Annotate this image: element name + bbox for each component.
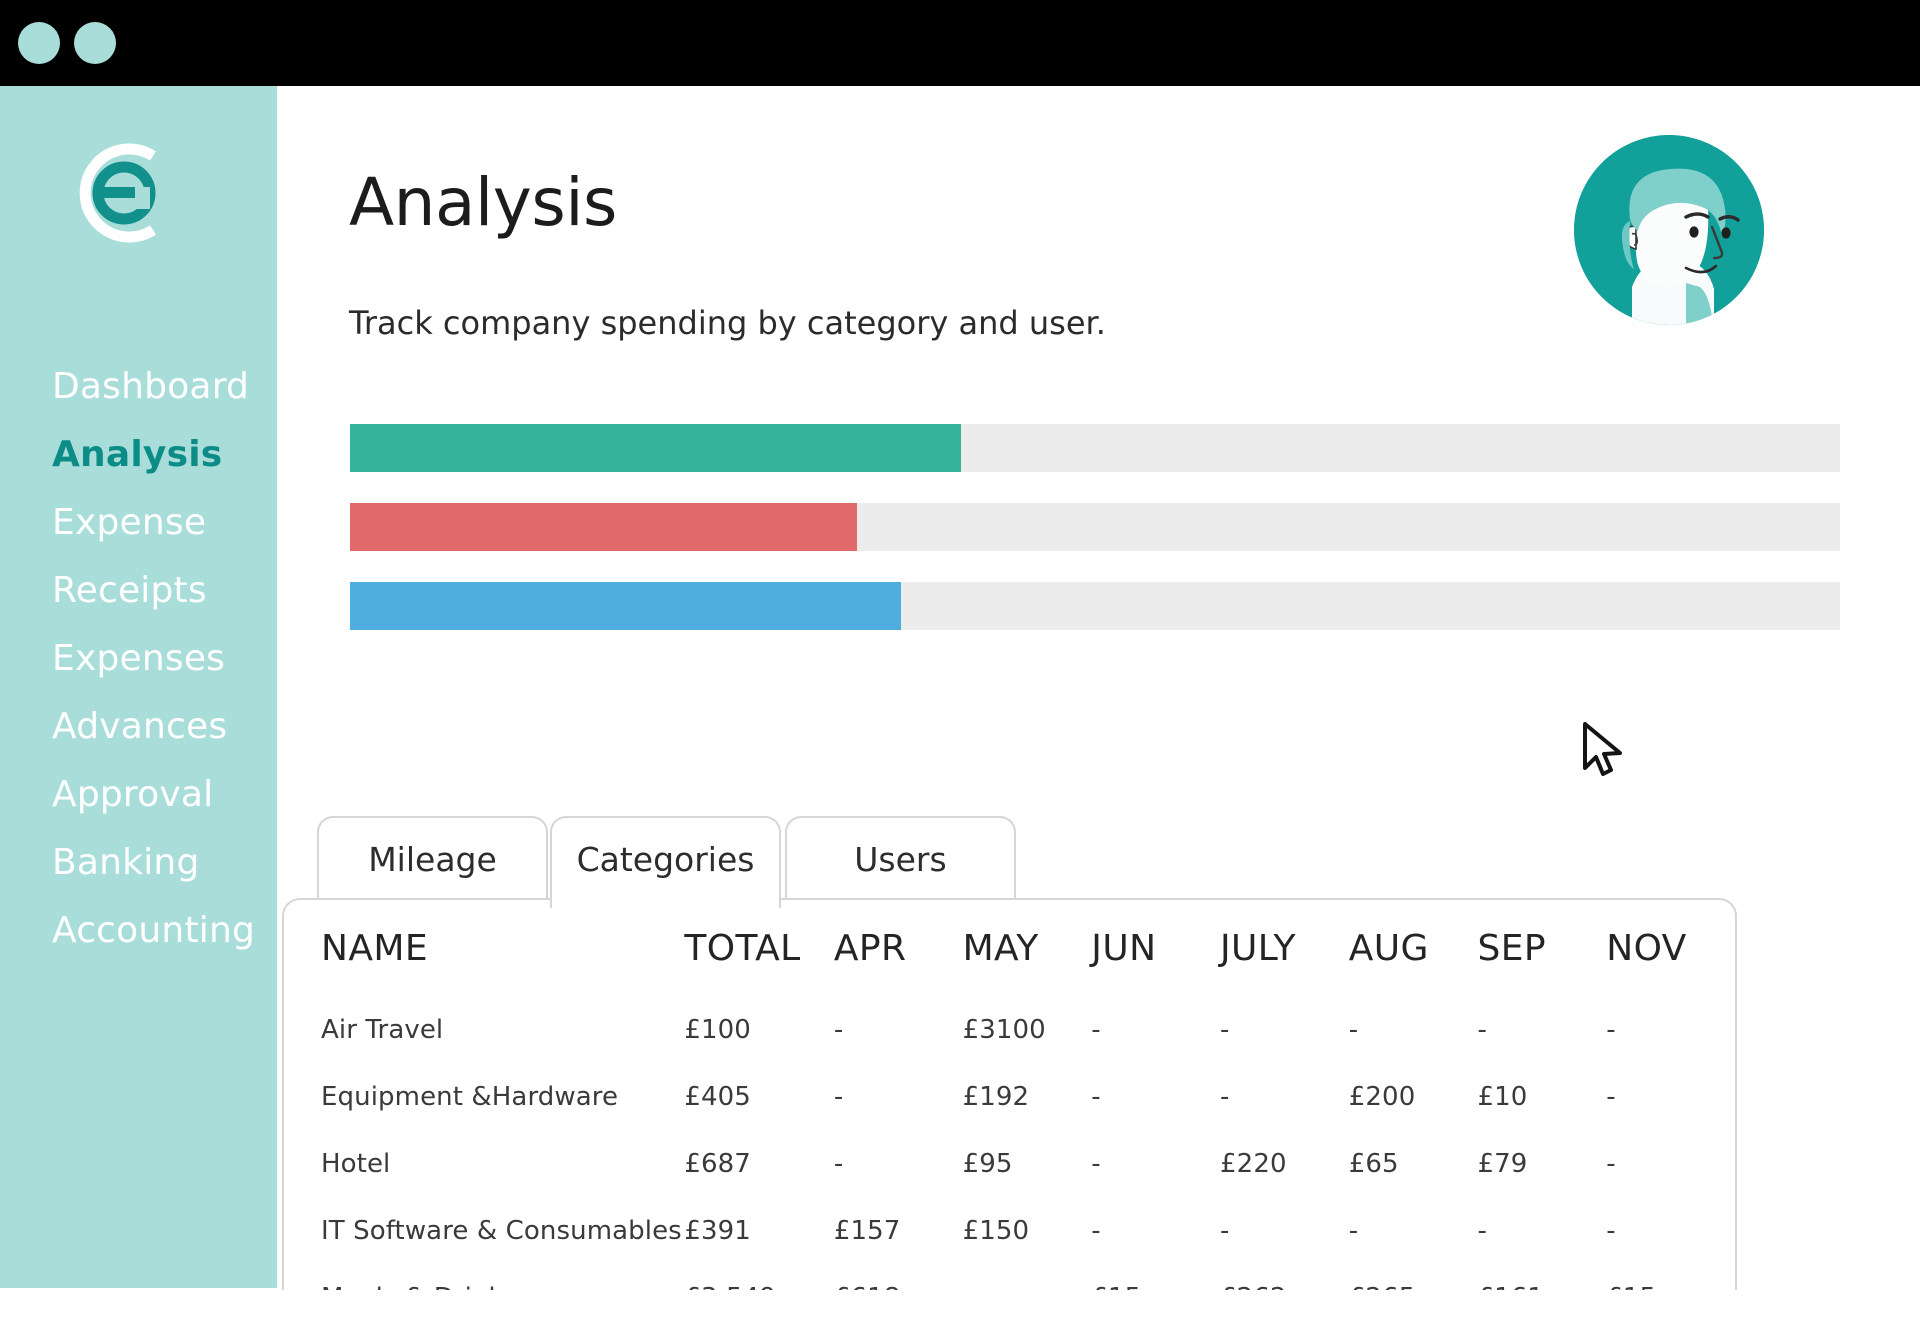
cell-sep: £161: [1478, 1264, 1607, 1290]
table-row[interactable]: IT Software & Consumables £391 £157 £150…: [284, 1197, 1735, 1264]
cell-total: £100: [684, 996, 833, 1063]
sidebar-item-dashboard[interactable]: Dashboard: [0, 353, 277, 421]
cell-nov: -: [1606, 1063, 1735, 1130]
column-header-nov[interactable]: NOV: [1606, 900, 1735, 996]
column-header-may[interactable]: MAY: [963, 900, 1092, 996]
page-subtitle: Track company spending by category and u…: [349, 304, 1106, 342]
cell-jun: -: [1091, 996, 1220, 1063]
cell-aug: £265: [1349, 1264, 1478, 1290]
tab-categories[interactable]: Categories: [550, 816, 781, 908]
cell-name: IT Software & Consumables: [284, 1197, 684, 1264]
bar-green: [350, 424, 961, 472]
cell-aug: -: [1349, 1197, 1478, 1264]
table-row[interactable]: Equipment &Hardware £405 - £192 - - £200…: [284, 1063, 1735, 1130]
cell-sep: -: [1478, 1197, 1607, 1264]
sidebar-item-approval[interactable]: Approval: [0, 761, 277, 829]
cell-sep: -: [1478, 996, 1607, 1063]
column-header-jun[interactable]: JUN: [1091, 900, 1220, 996]
table-header-row: NAME TOTAL APR MAY JUN JULY AUG SEP NOV: [284, 900, 1735, 996]
tab-mileage[interactable]: Mileage: [317, 816, 548, 900]
bar-blue: [350, 582, 901, 630]
cell-apr: £157: [834, 1197, 963, 1264]
table-row[interactable]: Meals & Drinks £3,549 £618 - £15 £262 £2…: [284, 1264, 1735, 1290]
cell-july: £262: [1220, 1264, 1349, 1290]
column-header-apr[interactable]: APR: [834, 900, 963, 996]
cell-aug: £200: [1349, 1063, 1478, 1130]
cell-total: £405: [684, 1063, 833, 1130]
column-header-total[interactable]: TOTAL: [684, 900, 833, 996]
cell-name: Equipment &Hardware: [284, 1063, 684, 1130]
bar-red: [350, 503, 857, 551]
cell-sep: £10: [1478, 1063, 1607, 1130]
cell-jun: -: [1091, 1197, 1220, 1264]
window-dot-1[interactable]: [18, 22, 60, 64]
column-header-aug[interactable]: AUG: [1349, 900, 1478, 996]
cell-total: £687: [684, 1130, 833, 1197]
cell-may: £150: [963, 1197, 1092, 1264]
cell-total: £391: [684, 1197, 833, 1264]
cell-may: £192: [963, 1063, 1092, 1130]
column-header-name[interactable]: NAME: [284, 900, 684, 996]
cell-jun: £15: [1091, 1264, 1220, 1290]
cell-aug: -: [1349, 996, 1478, 1063]
cell-apr: -: [834, 1063, 963, 1130]
cell-total: £3,549: [684, 1264, 833, 1290]
categories-table-card: NAME TOTAL APR MAY JUN JULY AUG SEP NOV …: [282, 898, 1737, 1290]
cell-may: £95: [963, 1130, 1092, 1197]
cell-nov: -: [1606, 1197, 1735, 1264]
table-header: NAME TOTAL APR MAY JUN JULY AUG SEP NOV: [284, 900, 1735, 996]
sidebar-item-banking[interactable]: Banking: [0, 829, 277, 897]
cell-july: £220: [1220, 1130, 1349, 1197]
table-body: Air Travel £100 - £3100 - - - - - Equipm…: [284, 996, 1735, 1290]
cell-name: Air Travel: [284, 996, 684, 1063]
cell-nov: -: [1606, 1130, 1735, 1197]
sidebar-item-advances[interactable]: Advances: [0, 693, 277, 761]
page-title: Analysis: [349, 164, 617, 241]
cell-july: -: [1220, 996, 1349, 1063]
brand-logo-icon[interactable]: [65, 134, 183, 252]
table-row[interactable]: Air Travel £100 - £3100 - - - - -: [284, 996, 1735, 1063]
cell-name: Hotel: [284, 1130, 684, 1197]
column-header-july[interactable]: JULY: [1220, 900, 1349, 996]
bar-track-blue: [350, 582, 1840, 630]
cell-sep: £79: [1478, 1130, 1607, 1197]
cell-aug: £65: [1349, 1130, 1478, 1197]
main-content: Analysis Track company spending by categ…: [277, 86, 1920, 1288]
sidebar-item-accounting[interactable]: Accounting: [0, 897, 277, 965]
cell-jun: -: [1091, 1063, 1220, 1130]
cell-name: Meals & Drinks: [284, 1264, 684, 1290]
cell-jun: -: [1091, 1130, 1220, 1197]
bar-track-red: [350, 503, 1840, 551]
avatar[interactable]: [1574, 135, 1764, 325]
bar-track-green: [350, 424, 1840, 472]
cell-apr: -: [834, 1130, 963, 1197]
cell-july: -: [1220, 1197, 1349, 1264]
sidebar-item-analysis[interactable]: Analysis: [0, 421, 277, 489]
tab-users[interactable]: Users: [785, 816, 1016, 900]
window-titlebar: [0, 0, 1920, 86]
sidebar-nav: Dashboard Analysis Expense Receipts Expe…: [0, 353, 277, 965]
cell-apr: -: [834, 996, 963, 1063]
cell-nov: £15: [1606, 1264, 1735, 1290]
sidebar-item-receipts[interactable]: Receipts: [0, 557, 277, 625]
cell-may: -: [963, 1264, 1092, 1290]
categories-table: NAME TOTAL APR MAY JUN JULY AUG SEP NOV …: [284, 900, 1735, 1290]
window-dot-2[interactable]: [74, 22, 116, 64]
cell-july: -: [1220, 1063, 1349, 1130]
column-header-sep[interactable]: SEP: [1478, 900, 1607, 996]
spending-bars: [350, 424, 1840, 661]
sidebar: Dashboard Analysis Expense Receipts Expe…: [0, 86, 277, 1288]
cell-apr: £618: [834, 1264, 963, 1290]
cell-may: £3100: [963, 996, 1092, 1063]
sidebar-item-expense[interactable]: Expense: [0, 489, 277, 557]
cell-nov: -: [1606, 996, 1735, 1063]
sidebar-item-expenses[interactable]: Expenses: [0, 625, 277, 693]
app-window: Dashboard Analysis Expense Receipts Expe…: [0, 0, 1920, 1290]
table-row[interactable]: Hotel £687 - £95 - £220 £65 £79 -: [284, 1130, 1735, 1197]
